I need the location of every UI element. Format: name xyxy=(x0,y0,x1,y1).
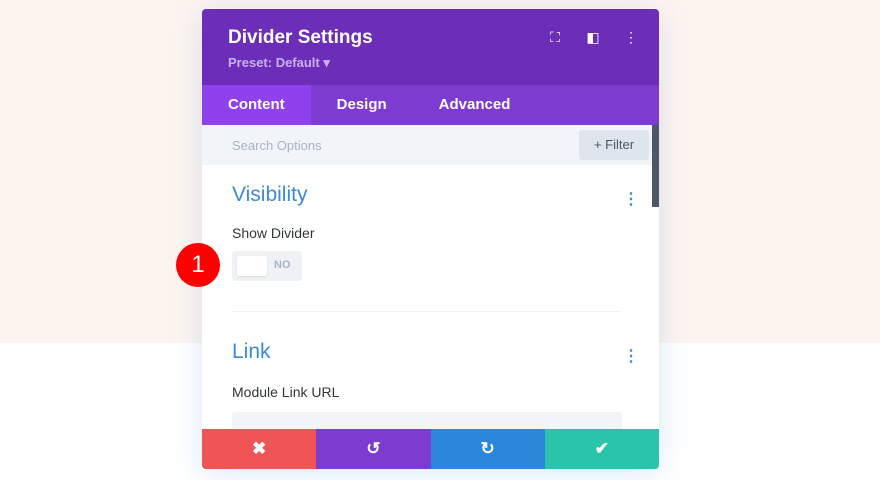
module-link-url-label: Module Link URL xyxy=(232,384,340,400)
split-view-icon[interactable]: ◧ xyxy=(585,29,601,46)
preset-dropdown[interactable]: Preset: Default ▾ xyxy=(228,55,633,71)
filter-button[interactable]: + Filter xyxy=(579,130,649,160)
redo-button[interactable]: ↻ xyxy=(430,429,545,469)
toggle-knob xyxy=(237,256,267,276)
fullscreen-icon[interactable]: ⛶ xyxy=(547,29,563,46)
modal-header: Divider Settings Preset: Default ▾ ⛶ ◧ ⋮ xyxy=(202,9,659,85)
cancel-button[interactable]: ✖ xyxy=(202,429,317,469)
section-menu-icon[interactable]: ⋮ xyxy=(623,346,639,366)
section-title[interactable]: Link xyxy=(232,312,629,364)
check-icon: ✔ xyxy=(594,439,609,458)
close-icon: ✖ xyxy=(252,439,267,458)
tab-bar: Content Design Advanced xyxy=(202,85,659,125)
modal-footer: ✖ ↺ ↻ ✔ xyxy=(202,429,659,469)
section-title[interactable]: Visibility xyxy=(232,165,629,207)
redo-icon: ↻ xyxy=(480,439,495,458)
more-options-icon[interactable]: ⋮ xyxy=(623,29,639,46)
undo-icon: ↺ xyxy=(366,439,381,458)
tab-content[interactable]: Content xyxy=(202,85,311,125)
divider-settings-modal: Divider Settings Preset: Default ▾ ⛶ ◧ ⋮… xyxy=(202,9,659,469)
show-divider-toggle[interactable]: NO xyxy=(232,251,302,281)
undo-button[interactable]: ↺ xyxy=(316,429,431,469)
search-bar: + Filter xyxy=(202,125,659,165)
section-menu-icon[interactable]: ⋮ xyxy=(623,189,639,209)
step-badge: 1 xyxy=(176,243,220,287)
link-section: Link ⋮ Module Link URL xyxy=(202,312,659,432)
toggle-state: NO xyxy=(274,259,291,271)
show-divider-label: Show Divider xyxy=(232,225,315,241)
save-button[interactable]: ✔ xyxy=(544,429,659,469)
tab-advanced[interactable]: Advanced xyxy=(413,85,537,125)
search-input[interactable] xyxy=(202,125,562,165)
tab-design[interactable]: Design xyxy=(311,85,413,125)
visibility-section: Visibility ⋮ Show Divider NO xyxy=(202,165,659,312)
